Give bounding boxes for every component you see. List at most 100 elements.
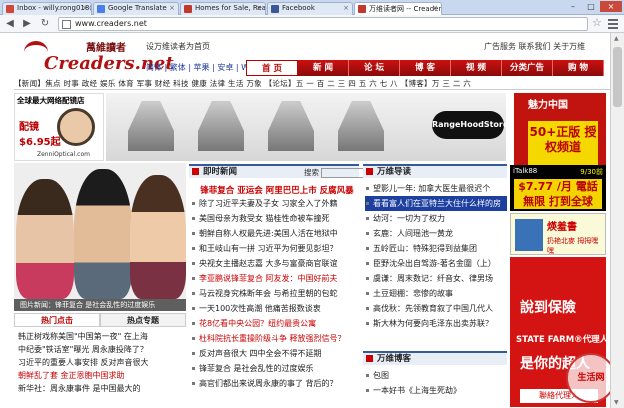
guide-item[interactable]: 高伐秋：先领教育叙了中国几代人 [365, 301, 507, 316]
menu-icon[interactable] [608, 19, 618, 31]
tab-label: 万维读者网 -- Creaders.N [369, 5, 442, 13]
rangehood-image [198, 101, 244, 151]
reload-icon[interactable]: ↻ [38, 17, 52, 31]
close-icon[interactable]: × [82, 4, 88, 12]
window-close-icon[interactable]: × [600, 1, 622, 12]
close-icon[interactable]: × [343, 4, 349, 12]
news-item[interactable]: 央视女主播赵志嘉 大多与富豪商官联谊 [191, 256, 359, 271]
scroll-down-icon[interactable]: ▼ [614, 399, 619, 406]
zenni-price: 配镜 $6.95起 [19, 122, 61, 148]
rangehood-logo: RangeHoodStore [432, 111, 508, 139]
translate-icon [97, 5, 105, 13]
guide-item[interactable]: 臣野沈朵出自驾游-著名金圍（上） [365, 256, 507, 271]
gmail-icon [6, 5, 14, 13]
news-item[interactable]: 美国母亲为救受女 猫桂性命被车撞死 [191, 211, 359, 226]
nav-home[interactable]: 首 页 [246, 60, 298, 76]
browser-toolbar: ◀ ▶ ↻ www.creaders.net ☆ [0, 15, 624, 33]
news-item[interactable]: 和王岐山有一拼 习近平为何要见彭坦？ [191, 241, 359, 256]
nav-blog[interactable]: 博 客 [400, 60, 451, 76]
tab-google-translate[interactable]: Google Translate × [93, 2, 179, 15]
list-item[interactable]: 朝鲜乱了套 金正恩胞中国求助 [18, 369, 186, 382]
minimize-icon[interactable]: – [564, 1, 582, 12]
guide-item[interactable]: 幼河：一切为了权力 [365, 211, 507, 226]
guide-item-highlighted[interactable]: 看看富人们在亚特兰大住什么样的房 [365, 196, 507, 211]
bookmark-star-icon[interactable]: ☆ [592, 16, 602, 29]
list-item[interactable]: 韩正树戏称美国"中国第一夜" 在上海 [18, 330, 186, 343]
guide-item[interactable]: 斯大林为何要向毛泽东出卖苏联？ [365, 316, 507, 331]
tab-label: Google Translate [108, 4, 167, 12]
main-nav: 首 页 新 闻 论 坛 博 客 视 频 分类广告 购 物 [246, 60, 604, 76]
nav-shopping[interactable]: 购 物 [553, 60, 604, 76]
sub-nav[interactable]: 【新闻】焦点 时事 政经 娱乐 体育 军事 财经 科技 健康 法律 生活 万象 … [14, 78, 610, 90]
close-icon[interactable]: × [169, 4, 175, 12]
news-item[interactable]: 反对声音很大 四中全会不得不延期 [191, 346, 359, 361]
back-icon[interactable]: ◀ [3, 17, 17, 31]
photo-person [16, 179, 74, 299]
nav-news[interactable]: 新 闻 [298, 60, 349, 76]
news-item[interactable]: 一天100次性高潮 他痛苦报数谈衷 [191, 301, 359, 316]
blog-item[interactable]: 一本好书《上海生死劫》 [365, 383, 507, 398]
italk88-ad[interactable]: iTalk88 9/30前 $7.77 /月 電話無限 打到全球 [510, 165, 606, 211]
guide-item[interactable]: 虞谦：周末数记：纤音女、律男场 [365, 271, 507, 286]
blog-list: 包图 一本好书《上海生死劫》 [365, 368, 507, 398]
nav-forum[interactable]: 论 坛 [349, 60, 400, 76]
tab-hot-topics[interactable]: 热点专题 [100, 313, 186, 327]
scroll-thumb[interactable] [613, 47, 622, 107]
address-bar[interactable]: www.creaders.net [58, 17, 588, 31]
photo-caption[interactable]: 图片新闻：锋菲复合 是社会乱性的过度娱乐 [14, 299, 186, 311]
blog-item[interactable]: 包图 [365, 368, 507, 383]
tab-creaders[interactable]: 万维读者网 -- Creaders.N × [354, 2, 442, 16]
maximize-icon[interactable]: □ [582, 1, 600, 12]
site-logo[interactable]: 萬維讀者 Creaders.net [22, 37, 174, 74]
encoding-links[interactable]: 简体 | 繁体 | 苹果 | 安卓 | WAP [146, 62, 259, 73]
news-item[interactable]: 高官们都出来说周永康的事了 背后的？ [191, 376, 359, 391]
scroll-up-icon[interactable]: ▲ [614, 35, 619, 42]
rangehood-image [338, 101, 384, 151]
search-label: 搜索 [304, 168, 319, 177]
zenni-model-image [57, 108, 95, 146]
tab-gmail[interactable]: Inbox - willy.rong018@gm × [2, 2, 92, 15]
nav-classifieds[interactable]: 分类广告 [502, 60, 553, 76]
homes-icon [184, 5, 192, 13]
list-item[interactable]: 习近平的重要人事安排 反对声音很大 [18, 356, 186, 369]
news-item[interactable]: 马云视身究株断年会 与希拉里朝的包蛇 [191, 286, 359, 301]
forward-icon[interactable]: ▶ [20, 17, 34, 31]
sf-line2: STATE FARM®代理人 [516, 335, 609, 345]
zenni-ad[interactable]: 全球最大网络配镜店 配镜 $6.95起 ZenniOptical.com [14, 93, 104, 161]
logo-cn: 萬維讀者 [86, 43, 126, 54]
italk-name: iTalk88 [513, 167, 538, 175]
zenni-url: ZenniOptical.com [37, 151, 90, 158]
meili-title: 魅力中国 [528, 100, 568, 111]
close-icon[interactable]: × [432, 4, 438, 12]
tab-homes[interactable]: Homes for Sale, Real Esta × [180, 2, 266, 15]
news-item[interactable]: 除了习近平夫妻及子女 习家全入了外籍 [191, 196, 359, 211]
news-item[interactable]: 锋菲复合 是社会乱性的过度娱乐 [191, 361, 359, 376]
news-item[interactable]: 杜科院抗长重操阶级斗争 释放强烈信号？ [191, 331, 359, 346]
book-ad[interactable]: 煐羞書 扔艳北麥 拇拇嘿嘿 [510, 213, 606, 255]
search-input[interactable] [321, 168, 367, 178]
top-links[interactable]: 广告服务 联系我们 关于万维 [484, 41, 585, 52]
news-item[interactable]: 花8亿看中央公园？纽约最贵公寓 [191, 316, 359, 331]
list-item[interactable]: 中纪委"铁话室"曝光 周永康投降了？ [18, 343, 186, 356]
tab-facebook[interactable]: Facebook × [267, 2, 353, 15]
creaders-icon [358, 5, 366, 13]
news-item[interactable]: 朝鲜自称人权最先进:美国人活在地狱中 [191, 226, 359, 241]
guide-item[interactable]: 望影儿一年: 加拿大医生最很迟个 [365, 181, 507, 196]
set-homepage-link[interactable]: 设万维读者为首页 [146, 41, 210, 52]
photo-news[interactable]: 图片新闻：锋菲复合 是社会乱性的过度娱乐 [14, 163, 186, 311]
facebook-icon [271, 5, 279, 13]
nav-video[interactable]: 视 频 [451, 60, 502, 76]
tab-label: Inbox - willy.rong018@gm [17, 4, 91, 12]
guide-item[interactable]: 玄鹿：人间瑶池一黄龙 [365, 226, 507, 241]
tab-hot-clicks[interactable]: 热门点击 [14, 313, 100, 327]
news-headline[interactable]: 锋菲复合 亚运会 阿里巴巴上市 反腐风暴 [197, 184, 357, 196]
italk-offer: $7.77 /月 電話無限 打到全球 [514, 179, 602, 209]
close-icon[interactable]: × [256, 4, 262, 12]
news-item[interactable]: 李亚鹏说锋菲复合 阿友发：中国好前夫 [191, 271, 359, 286]
guide-item[interactable]: 土豆翅棚：悲惨的故事 [365, 286, 507, 301]
rangehood-banner[interactable]: RangeHoodStore [106, 93, 508, 161]
list-item[interactable]: 新华社：周永康事件 是中国最大的 [18, 382, 186, 395]
vertical-scrollbar[interactable]: ▲ ▼ [610, 33, 624, 408]
guide-item[interactable]: 五岭匠山：特殊犯得到益集团 [365, 241, 507, 256]
guide-list: 望影儿一年: 加拿大医生最很迟个 看看富人们在亚特兰大住什么样的房 幼河：一切为… [365, 181, 507, 331]
